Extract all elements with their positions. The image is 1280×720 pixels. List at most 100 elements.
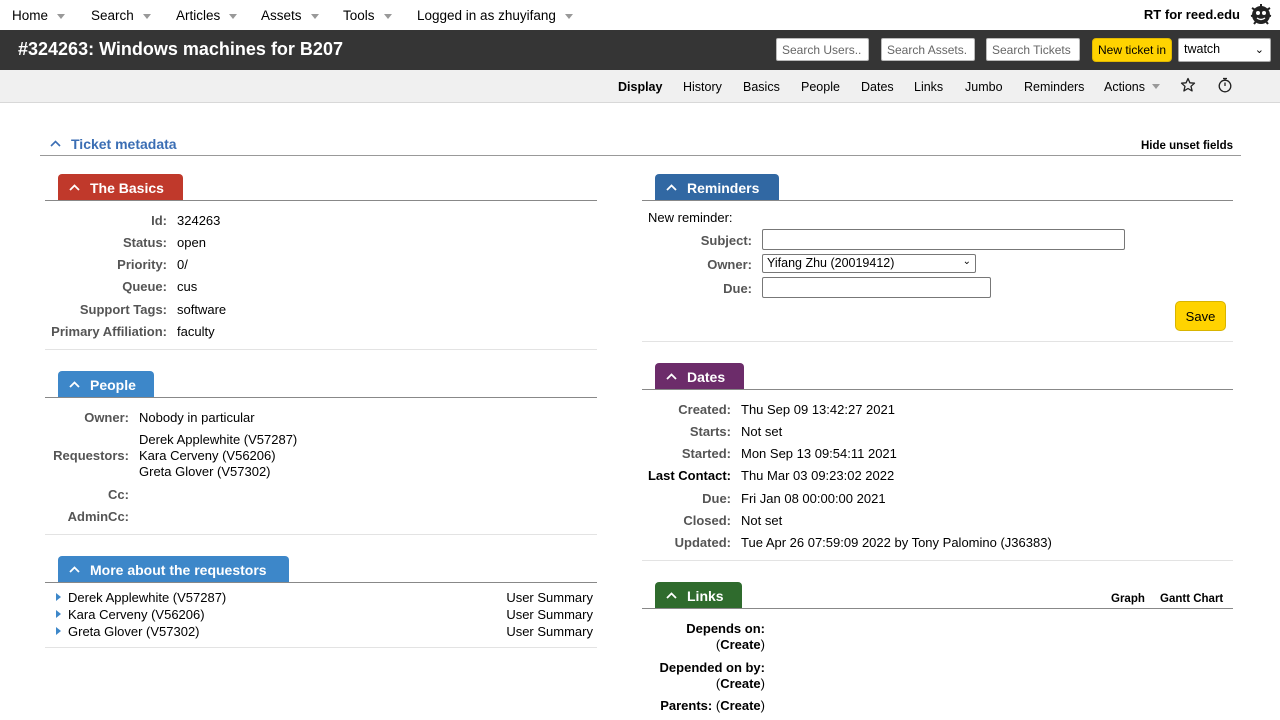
tab-dates[interactable]: Dates [861,80,894,94]
dates-starts-label: Starts: [689,424,731,439]
caret-right-icon[interactable] [56,593,61,601]
chevron-down-icon [229,13,238,19]
requestor-row[interactable]: Kara Cerveny (V56206) [56,607,205,622]
people-owner-label: Owner: [84,410,129,425]
reminder-due-input[interactable] [762,277,991,298]
menu-logged-in[interactable]: Logged in as zhuyifang [417,0,573,30]
user-summary-link[interactable]: User Summary [506,590,593,605]
chevron-down-icon: ⌄ [1254,44,1264,56]
timer-icon[interactable] [1217,77,1233,93]
people-requestor[interactable]: Derek Applewhite (V57287) [139,432,297,447]
tab-display[interactable]: Display [618,80,662,94]
user-summary-link[interactable]: User Summary [506,607,593,622]
basics-primary-affiliation-value: faculty [177,324,215,339]
reminder-owner-select[interactable]: Yifang Zhu (20019412) ⌄ [762,254,976,273]
requestor-row[interactable]: Greta Glover (V57302) [56,624,200,639]
divider [642,200,1233,201]
divider [45,397,597,398]
divider [642,389,1233,390]
divider [45,582,597,583]
menu-search-label: Search [91,7,134,23]
links-tab[interactable]: Links [655,582,742,609]
queue-select[interactable]: twatch ⌄ [1178,38,1271,62]
ticket-metadata-title[interactable]: Ticket metadata [71,136,177,152]
chevron-up-icon [69,184,80,191]
caret-right-icon[interactable] [56,610,61,618]
people-requestor[interactable]: Greta Glover (V57302) [139,464,271,479]
dates-title: Dates [687,368,726,385]
menu-tools[interactable]: Tools [343,0,392,30]
reminder-subject-input[interactable] [762,229,1125,250]
menu-tools-label: Tools [343,7,375,23]
tab-reminders[interactable]: Reminders [1024,80,1084,94]
menu-home[interactable]: Home [12,0,66,30]
new-reminder-label: New reminder: [648,210,733,225]
search-users-input[interactable]: Search Users.. [776,38,869,61]
reminder-owner-label: Owner: [707,257,752,272]
title-bar: #324263: Windows machines for B207 Searc… [0,30,1280,70]
queue-select-value: twatch [1184,42,1221,56]
depends-on-create: (Create) [716,637,765,652]
menu-home-label: Home [12,7,49,23]
menu-articles[interactable]: Articles [176,0,238,30]
reminders-title: Reminders [687,179,760,196]
dates-started-label: Started: [681,446,731,461]
basics-id-value: 324263 [177,213,221,228]
chevron-up-icon [666,184,677,191]
search-tickets-input[interactable]: Search Tickets [986,38,1080,61]
people-requestor[interactable]: Kara Cerveny (V56206) [139,448,276,463]
tab-jumbo[interactable]: Jumbo [965,80,1003,94]
requestor-name: Derek Applewhite (V57287) [68,590,227,605]
people-title: People [90,376,136,393]
chevron-down-icon [564,13,573,19]
search-assets-input[interactable]: Search Assets. [881,38,975,61]
divider [642,608,1233,609]
chevron-up-icon[interactable] [50,140,61,147]
divider [642,341,1233,342]
menu-articles-label: Articles [176,7,221,23]
tab-links[interactable]: Links [914,80,943,94]
tab-basics[interactable]: Basics [743,80,780,94]
gantt-chart-link[interactable]: Gantt Chart [1160,593,1223,605]
rt-logo-icon[interactable] [1248,2,1274,28]
depended-on-by-label: Depended on by: [659,660,765,675]
reminder-owner-value: Yifang Zhu (20019412) [767,256,895,270]
depends-on-label: Depends on: [686,621,765,636]
basics-priority-value: 0/ [177,257,188,272]
divider [642,560,1233,561]
hide-unset-fields-link[interactable]: Hide unset fields [1141,140,1233,152]
divider [45,349,597,350]
create-link[interactable]: Create [720,698,760,713]
reminder-subject-label: Subject: [700,233,752,248]
graph-link[interactable]: Graph [1111,593,1145,605]
menu-search[interactable]: Search [91,0,151,30]
new-ticket-button[interactable]: New ticket in [1092,38,1172,62]
tab-history[interactable]: History [683,80,722,94]
star-icon[interactable] [1180,77,1196,93]
dates-tab[interactable]: Dates [655,363,744,390]
create-link[interactable]: Create [720,637,760,652]
requestor-row[interactable]: Derek Applewhite (V57287) [56,590,226,605]
chevron-up-icon [666,592,677,599]
save-button[interactable]: Save [1175,301,1226,331]
caret-right-icon[interactable] [56,627,61,635]
create-link[interactable]: Create [720,676,760,691]
people-owner-value: Nobody in particular [139,410,255,425]
tab-people[interactable]: People [801,80,840,94]
basics-primary-affiliation-label: Primary Affiliation: [51,324,167,339]
menu-assets[interactable]: Assets [261,0,319,30]
basics-queue-label: Queue: [122,279,167,294]
tab-actions[interactable]: Actions [1104,80,1160,94]
divider [45,534,597,535]
basics-queue-value: cus [177,279,198,294]
links-title: Links [687,587,724,604]
more-about-requestors-tab[interactable]: More about the requestors [58,556,289,583]
page-nav: Display History Basics People Dates Link… [0,70,1280,103]
the-basics-tab[interactable]: The Basics [58,174,183,201]
people-tab[interactable]: People [58,371,154,398]
dates-due-value: Fri Jan 08 00:00:00 2021 [741,491,886,506]
user-summary-link[interactable]: User Summary [506,624,593,639]
paren: ) [760,676,765,691]
reminders-tab[interactable]: Reminders [655,174,779,201]
chevron-down-icon [383,13,392,19]
